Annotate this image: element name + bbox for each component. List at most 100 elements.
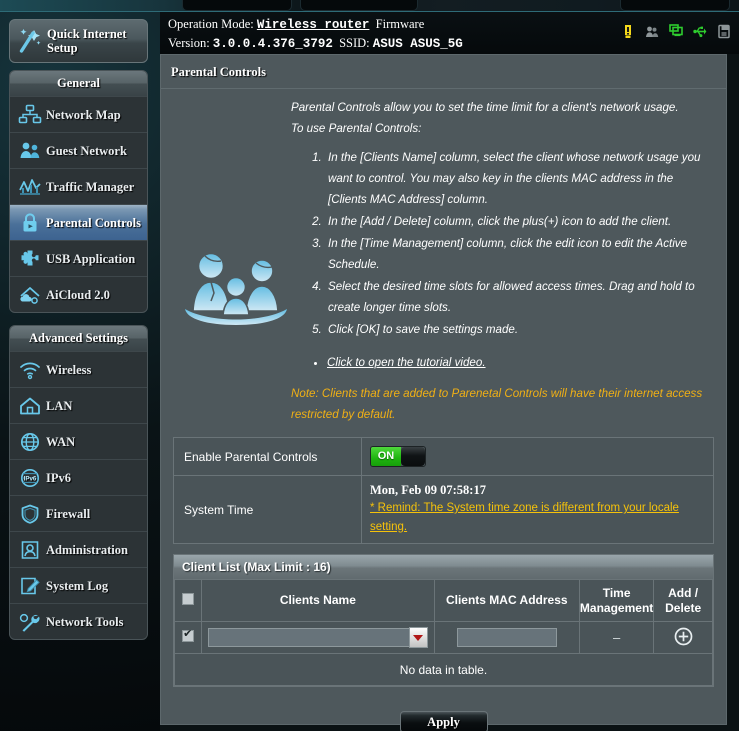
sidebar-item-network-tools[interactable]: Network Tools: [10, 603, 147, 639]
magic-wand-icon: [16, 26, 42, 56]
clients-name-header: Clients Name: [201, 579, 435, 622]
network-map-icon: [14, 102, 46, 128]
sidebar-item-wireless[interactable]: Wireless: [10, 351, 147, 387]
description-block: Parental Controls allow you to set the t…: [161, 89, 726, 429]
pencil-note-icon: [14, 573, 46, 599]
toggle-on-label: ON: [371, 447, 401, 466]
tutorial-video-link[interactable]: Click to open the tutorial video.: [327, 356, 486, 369]
ssid-label: SSID:: [339, 36, 370, 50]
header-info-text: Operation Mode: Wireless router Firmware…: [168, 15, 463, 53]
sidebar-item-firewall[interactable]: Firewall: [10, 495, 147, 531]
svg-text:IPv6: IPv6: [24, 475, 37, 482]
sidebar-item-label: USB Application: [46, 251, 136, 266]
sidebar-item-label: LAN: [46, 398, 73, 413]
apply-button-row: Apply: [161, 711, 726, 731]
printer-server-icon[interactable]: [717, 24, 731, 39]
sidebar-item-label: System Log: [46, 578, 109, 593]
apply-button[interactable]: Apply: [399, 711, 488, 731]
client-mac-input[interactable]: [456, 628, 557, 647]
sidebar-general-header: General: [10, 71, 147, 96]
plus-circle-icon[interactable]: [674, 627, 693, 649]
system-time-label: System Time: [174, 476, 362, 543]
instruction-step: In the [Time Management] column, click t…: [325, 233, 712, 275]
instruction-step: Click [OK] to save the settings made.: [325, 319, 712, 340]
sidebar-item-label: IPv6: [46, 470, 71, 485]
page-title: Parental Controls: [161, 55, 726, 89]
sidebar-item-label: Network Map: [46, 107, 121, 122]
sidebar-item-label: Firewall: [46, 506, 91, 521]
guest-network-icon: [14, 138, 46, 164]
client-name-select[interactable]: [202, 627, 433, 648]
status-header: Operation Mode: Wireless router Firmware…: [160, 12, 739, 54]
select-all-checkbox[interactable]: [182, 592, 195, 605]
instruction-steps: In the [Clients Name] column, select the…: [311, 147, 712, 340]
sidebar-item-ipv6[interactable]: IPv6 IPv6: [10, 459, 147, 495]
operation-mode-label: Operation Mode:: [168, 17, 254, 31]
sidebar-item-guest-network[interactable]: Guest Network: [10, 132, 147, 168]
notification-icon[interactable]: [621, 24, 635, 39]
quick-internet-setup-button[interactable]: Quick Internet Setup: [9, 19, 148, 63]
operation-mode-value[interactable]: Wireless router: [257, 18, 370, 32]
guest-network-icon[interactable]: [645, 24, 659, 39]
wireless-signal-icon: [14, 357, 46, 383]
sidebar-item-lan[interactable]: LAN: [10, 387, 147, 423]
row-select-cell: [173, 621, 203, 654]
user-admin-icon: [14, 537, 46, 563]
sidebar-general-block: General Network Map Guest Network Traffi…: [9, 70, 148, 313]
sidebar-item-label: Wireless: [46, 362, 92, 377]
firmware-label-part1: Firmware: [375, 17, 425, 31]
main-content-panel: Parental Controls Parental Controls allo…: [160, 54, 727, 731]
quick-internet-setup-label: Quick Internet Setup: [47, 27, 127, 55]
client-list-title: Client List (Max Limit : 16): [174, 555, 713, 579]
sidebar-item-usb-application[interactable]: USB Application: [10, 240, 147, 276]
system-time-row: System Time Mon, Feb 09 07:58:17 * Remin…: [174, 476, 713, 543]
top-banner-strip: [0, 0, 739, 12]
sidebar-item-aicloud[interactable]: AiCloud 2.0: [10, 276, 147, 312]
instructions-text: Parental Controls allow you to set the t…: [291, 97, 712, 425]
system-time-remind-link[interactable]: * Remind: The System time zone is differ…: [370, 499, 705, 537]
sidebar-item-parental-controls[interactable]: Parental Controls: [10, 204, 147, 240]
sidebar-item-network-map[interactable]: Network Map: [10, 96, 147, 132]
client-status-icon[interactable]: [669, 24, 683, 39]
client-list-table: Clients Name Clients MAC Address Time Ma…: [173, 579, 713, 686]
row-checkbox[interactable]: [182, 628, 195, 642]
clients-mac-header: Clients MAC Address: [433, 579, 580, 622]
sidebar-item-system-log[interactable]: System Log: [10, 567, 147, 603]
enable-parental-controls-toggle[interactable]: ON: [370, 446, 426, 467]
sidebar-item-traffic-manager[interactable]: Traffic Manager: [10, 168, 147, 204]
table-empty-row: No data in table.: [174, 653, 713, 686]
client-mac-cell: [433, 621, 580, 654]
sidebar: Quick Internet Setup General Network Map: [0, 12, 160, 731]
tutorial-list: Click to open the tutorial video.: [313, 352, 712, 373]
sidebar-item-administration[interactable]: Administration: [10, 531, 147, 567]
time-management-cell: –: [578, 621, 655, 654]
instruction-step: Select the desired time slots for allowe…: [325, 276, 712, 318]
sidebar-item-label: Parental Controls: [46, 215, 142, 230]
sidebar-advanced-block: Advanced Settings Wireless LAN WAN IPv6 …: [9, 325, 148, 640]
time-management-header: Time Management: [578, 579, 655, 622]
sidebar-item-label: Guest Network: [46, 143, 127, 158]
chevron-down-icon[interactable]: [408, 627, 428, 648]
aicloud-icon: [14, 282, 46, 308]
sidebar-item-label: AiCloud 2.0: [46, 287, 110, 302]
table-header-row: Clients Name Clients MAC Address Time Ma…: [173, 579, 713, 622]
system-time-value-cell: Mon, Feb 09 07:58:17 * Remind: The Syste…: [362, 476, 713, 543]
family-illustration-icon: [181, 249, 291, 329]
enable-parental-controls-label: Enable Parental Controls: [174, 438, 362, 475]
sidebar-item-label: Traffic Manager: [46, 179, 135, 194]
system-time-value: Mon, Feb 09 07:58:17: [370, 483, 486, 497]
sidebar-advanced-header: Advanced Settings: [10, 326, 147, 351]
client-list-section: Client List (Max Limit : 16) Clients Nam…: [173, 554, 714, 687]
time-management-value: –: [612, 630, 621, 645]
settings-table: Enable Parental Controls ON System Time …: [173, 437, 714, 544]
sidebar-item-label: Network Tools: [46, 614, 124, 629]
sidebar-item-wan[interactable]: WAN: [10, 423, 147, 459]
firmware-version-value: 3.0.0.4.376_3792: [212, 37, 333, 51]
intro-line-1: Parental Controls allow you to set the t…: [291, 101, 679, 114]
client-name-input[interactable]: [208, 628, 409, 647]
instruction-step: In the [Add / Delete] column, click the …: [325, 211, 712, 232]
intro-line-2: To use Parental Controls:: [291, 122, 422, 135]
sidebar-item-label: Administration: [46, 542, 128, 557]
usb-device-icon[interactable]: [693, 24, 707, 39]
header-icon-tray: [621, 24, 731, 39]
